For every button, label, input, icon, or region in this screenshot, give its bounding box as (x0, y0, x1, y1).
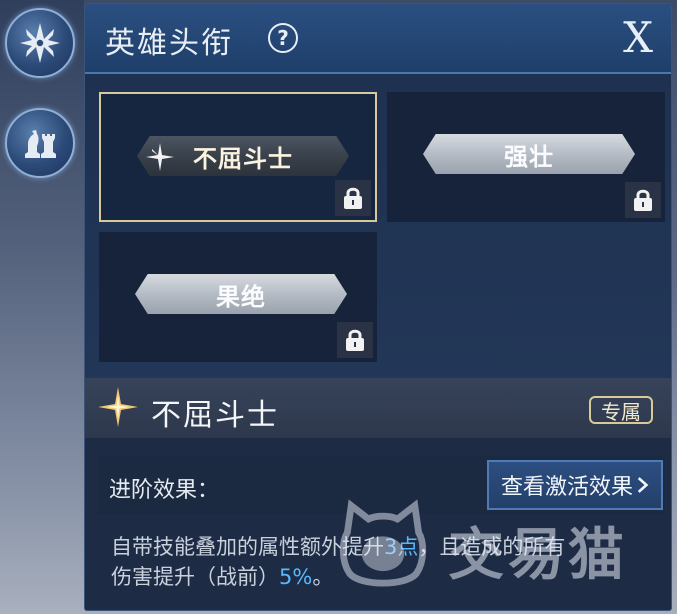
view-activation-effects-button[interactable]: 查看激活效果 (486, 460, 663, 510)
help-icon: ? (277, 26, 289, 50)
desc-highlight: 5% (279, 565, 313, 589)
effect-description: 自带技能叠加的属性额外提升3点，且造成的所有 伤害提升（战前）5%。 (111, 532, 651, 592)
side-nav (0, 0, 84, 614)
lock-indicator (625, 182, 661, 218)
title-grid: 不屈斗士 强壮 果绝 (85, 74, 671, 378)
star-icon (146, 143, 174, 171)
desc-text: 伤害提升（战前） (111, 565, 279, 589)
desc-text: ，且造成的所有 (418, 535, 566, 559)
chevron-right-icon (637, 477, 649, 493)
effects-label: 进阶效果： (109, 478, 220, 503)
title-pill: 强壮 (423, 134, 635, 174)
desc-text: 。 (312, 565, 334, 589)
close-button[interactable]: X (623, 14, 653, 62)
chess-nav-button[interactable] (5, 108, 75, 178)
title-pill: 果绝 (135, 274, 347, 314)
title-card-decisive[interactable]: 果绝 (99, 232, 377, 362)
exclusive-badge: 专属 (589, 396, 653, 424)
lock-indicator (337, 322, 373, 358)
gold-star-icon (98, 387, 138, 427)
lock-icon (634, 189, 652, 211)
selected-title-name: 不屈斗士 (151, 398, 279, 433)
desc-text: 自带技能叠加的属性额外提升 (111, 535, 384, 559)
title-detail-header: 不屈斗士 专属 (85, 378, 671, 438)
title-label: 果绝 (216, 282, 266, 311)
desc-highlight: 3点 (384, 535, 419, 559)
panel-titlebar: 英雄头衔 ? X (85, 4, 671, 74)
hero-title-panel: 英雄头衔 ? X 不屈斗士 强壮 果绝 不屈斗士 专属 进阶效果： 查看激活效果… (85, 4, 671, 610)
lock-indicator (335, 180, 371, 216)
lock-icon (344, 187, 362, 209)
title-label: 不屈斗士 (193, 144, 293, 173)
title-label: 强壮 (504, 142, 554, 171)
title-card-unyielding[interactable]: 不屈斗士 (99, 92, 377, 222)
page-title: 英雄头衔 (105, 26, 233, 61)
emblem-nav-button[interactable] (5, 8, 75, 78)
emblem-icon (20, 23, 60, 63)
title-card-strong[interactable]: 强壮 (387, 92, 665, 222)
lock-icon (346, 329, 364, 351)
view-button-label: 查看激活效果 (500, 475, 633, 500)
advanced-effects-row: 进阶效果： 查看激活效果 (97, 456, 665, 514)
help-button[interactable]: ? (268, 23, 298, 53)
chess-pieces-icon (25, 130, 56, 158)
